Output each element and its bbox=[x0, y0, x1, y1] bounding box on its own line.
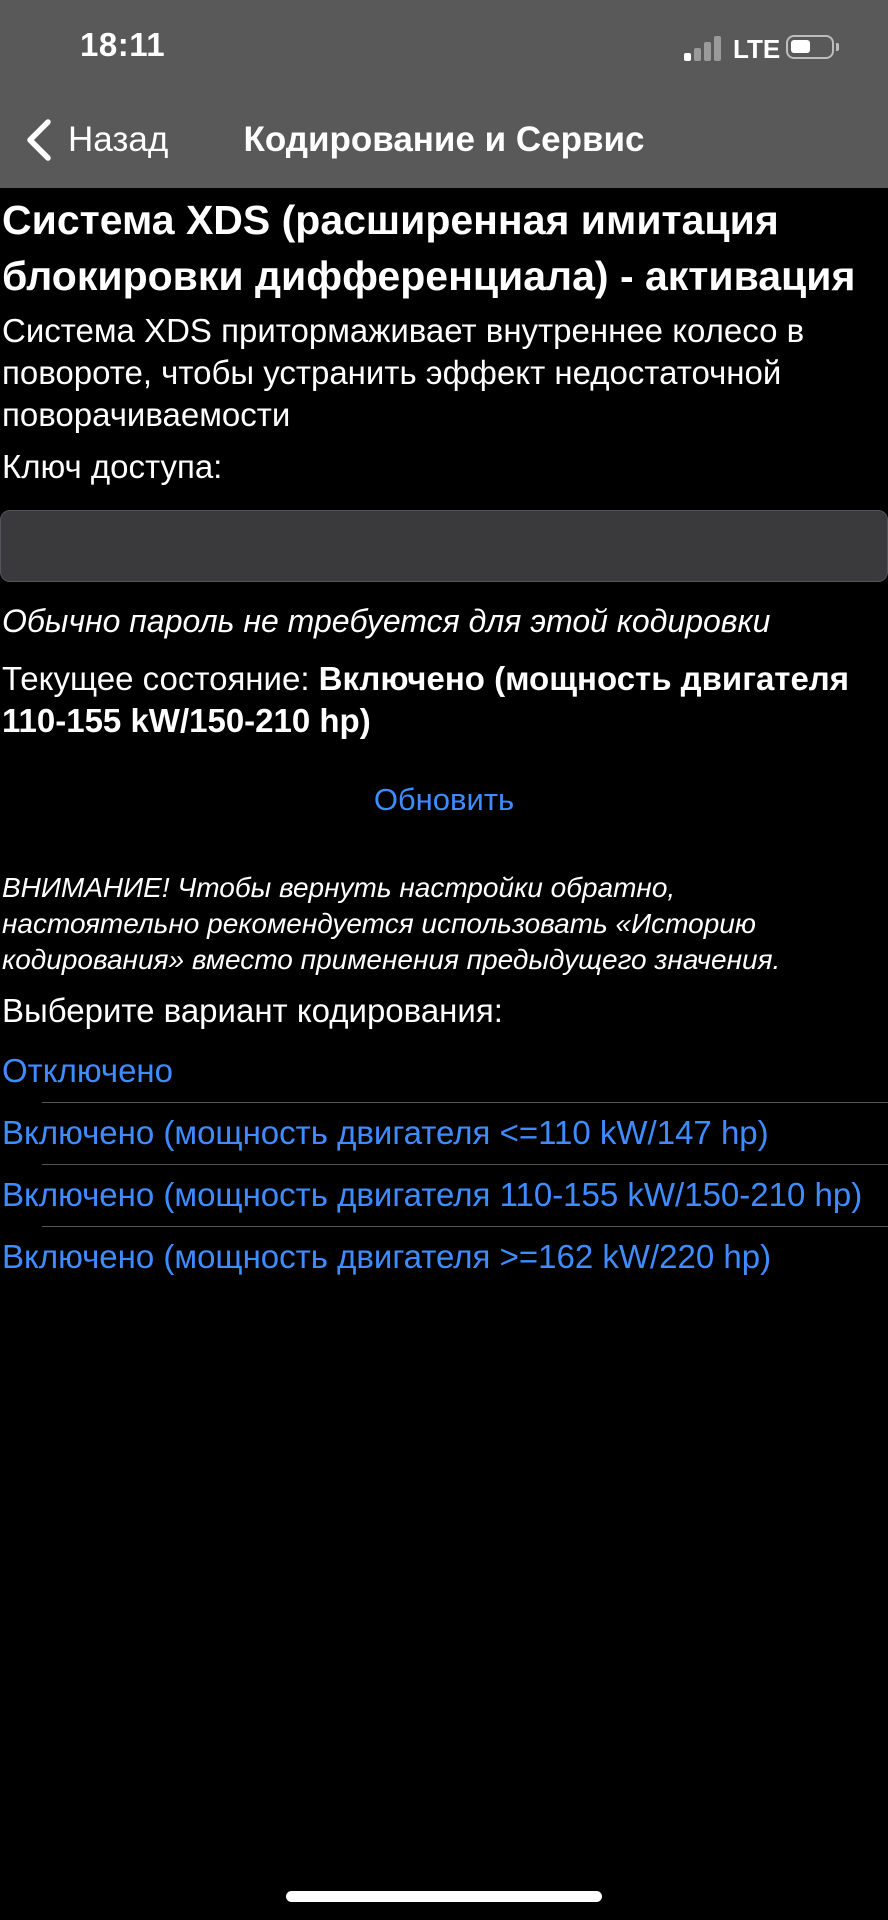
option-disabled[interactable]: Отключено bbox=[0, 1040, 888, 1102]
current-state: Текущее состояние: Включено (мощность дв… bbox=[2, 658, 874, 742]
description-text: Система XDS притормаживает внутреннее ко… bbox=[2, 312, 805, 433]
back-label: Назад bbox=[68, 120, 169, 159]
choose-option-label: Выберите вариант кодирования: bbox=[2, 992, 503, 1029]
page-title: Система XDS (расширенная имитация блокир… bbox=[2, 197, 856, 299]
coding-options-list: Отключено Включено (мощность двигателя <… bbox=[0, 1040, 888, 1288]
page-header-title: Кодирование и Сервис bbox=[243, 120, 645, 159]
password-hint: Обычно пароль не требуется для этой коди… bbox=[2, 603, 771, 639]
warning-text: ВНИМАНИЕ! Чтобы вернуть настройки обратн… bbox=[2, 872, 781, 975]
option-power-110-155kw[interactable]: Включено (мощность двигателя 110-155 kW/… bbox=[0, 1164, 888, 1226]
status-time: 18:11 bbox=[80, 26, 166, 63]
signal-icon bbox=[684, 35, 724, 61]
home-indicator[interactable] bbox=[286, 1891, 602, 1902]
battery-icon bbox=[786, 35, 839, 59]
access-key-input[interactable] bbox=[0, 510, 888, 582]
current-state-label: Текущее состояние: bbox=[2, 660, 319, 697]
chevron-left-icon bbox=[24, 118, 64, 162]
content-area: Система XDS (расширенная имитация блокир… bbox=[0, 192, 888, 1288]
access-key-label: Ключ доступа: bbox=[2, 448, 223, 485]
option-power-ge-162kw[interactable]: Включено (мощность двигателя >=162 kW/22… bbox=[0, 1226, 888, 1288]
refresh-button[interactable]: Обновить bbox=[374, 782, 514, 818]
network-type: LTE bbox=[733, 34, 781, 64]
navigation-bar: 18:11 LTE Назад Кодирование и Сервис bbox=[0, 0, 888, 188]
back-button[interactable]: Назад bbox=[24, 118, 168, 162]
option-power-le-110kw[interactable]: Включено (мощность двигателя <=110 kW/14… bbox=[0, 1102, 888, 1164]
